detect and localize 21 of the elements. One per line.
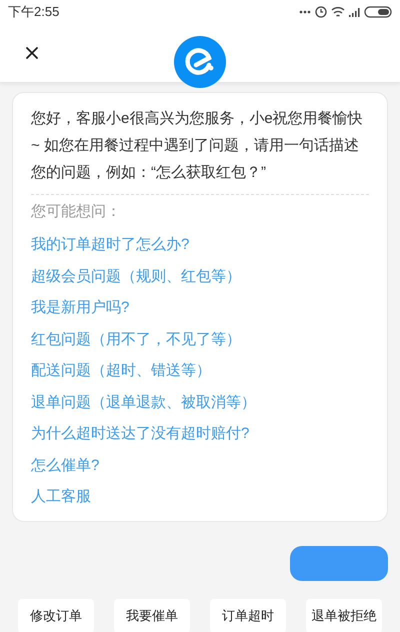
- signal-icon: [349, 7, 360, 17]
- suggestion-link[interactable]: 人工客服: [31, 481, 91, 512]
- suggestion-link[interactable]: 为什么超时送达了没有超时赔付?: [31, 418, 250, 450]
- suggestion-link[interactable]: 红包问题（用不了，不见了等）: [31, 324, 241, 355]
- alarm-icon: [315, 6, 327, 18]
- quick-reply-button[interactable]: 退单被拒绝: [306, 598, 382, 632]
- suggestion-link[interactable]: 超级会员问题（规则、红包等）: [31, 260, 241, 292]
- welcome-message: 您好，客服小e很高兴为您服务，小e祝您用餐愉快~ 如您在用餐过程中遇到了问题，请用一句话描述您的问题，例如：“怎么获取红包？”: [31, 109, 364, 183]
- suggestion-link[interactable]: 退单问题（退单退款、被取消等）: [31, 386, 256, 418]
- suggestion-link[interactable]: 怎么催单?: [31, 450, 100, 481]
- suggestions-title: 您可能想问：: [31, 202, 122, 222]
- more-dots-icon: [299, 10, 311, 14]
- quick-reply-button[interactable]: 订单超时: [210, 598, 286, 632]
- quick-reply-button[interactable]: 修改订单: [18, 598, 94, 632]
- battery-icon: [364, 6, 392, 18]
- suggestion-link[interactable]: 配送问题（超时、错送等）: [31, 355, 211, 386]
- quick-reply-button[interactable]: 我要催单: [114, 598, 190, 632]
- wifi-icon: [331, 7, 345, 17]
- suggestion-link[interactable]: 我是新用户吗?: [31, 292, 130, 324]
- suggestion-link[interactable]: 我的订单超时了怎么办?: [31, 229, 190, 260]
- status-time: 下午2:55: [8, 3, 60, 22]
